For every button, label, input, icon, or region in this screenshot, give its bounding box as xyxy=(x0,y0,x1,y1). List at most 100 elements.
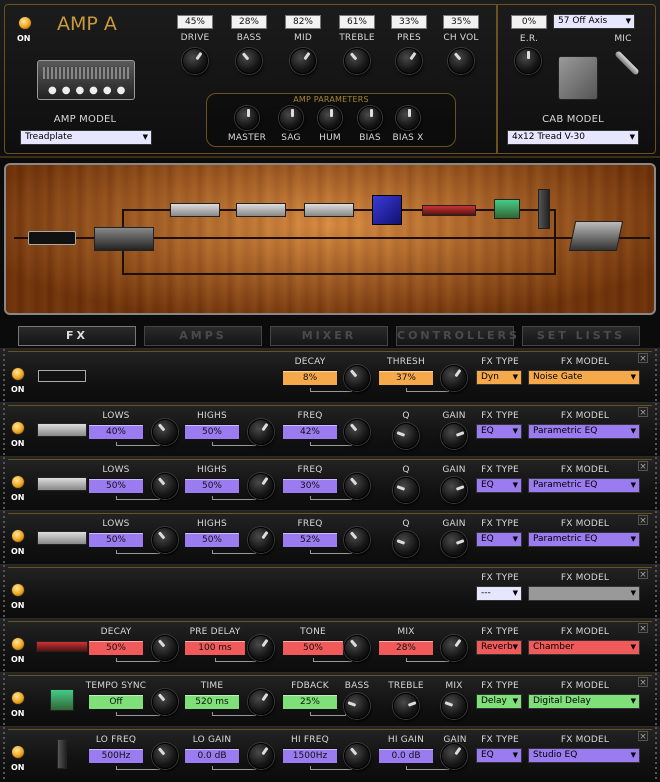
input-device[interactable] xyxy=(28,231,76,245)
reverb-device[interactable] xyxy=(422,205,476,216)
amp-knob-mid[interactable] xyxy=(290,48,316,74)
fx-knob-mix[interactable] xyxy=(441,693,467,719)
fx-param-knob-highs[interactable] xyxy=(248,419,274,445)
fx-param-value-lo-freq[interactable]: 500Hz xyxy=(88,748,144,764)
fx-param-value-thresh[interactable]: 37% xyxy=(378,370,434,386)
fx-param-value-tone[interactable]: 50% xyxy=(282,640,344,656)
fx-param-knob-thresh[interactable] xyxy=(441,365,467,391)
fx-type-select[interactable]: EQ xyxy=(476,424,522,439)
empty-slot-device[interactable] xyxy=(372,195,402,225)
cab-model-select[interactable]: 4x12 Tread V-30 xyxy=(507,130,639,145)
fx-param-value-time[interactable]: 520 ms xyxy=(184,694,240,710)
fx-param-value-hi-gain[interactable]: 0.0 dB xyxy=(378,748,434,764)
fx-model-select[interactable]: Digital Delay xyxy=(528,694,640,709)
amp-knob-value-treble[interactable]: 61% xyxy=(339,15,375,29)
fx-param-value-lo-gain[interactable]: 0.0 dB xyxy=(184,748,240,764)
fx-param-value-lows[interactable]: 50% xyxy=(88,532,144,548)
fx-row-power-button[interactable] xyxy=(11,367,25,381)
fx-type-select[interactable]: Reverb xyxy=(476,640,522,655)
fx-param-knob-lows[interactable] xyxy=(152,419,178,445)
fx-param-value-tempo-sync[interactable]: Off xyxy=(88,694,144,710)
fx-param-value-mix[interactable]: 28% xyxy=(378,640,434,656)
fx-row-power-button[interactable] xyxy=(11,529,25,543)
fx-model-select[interactable]: Parametric EQ xyxy=(528,424,640,439)
fx-model-select[interactable]: Parametric EQ xyxy=(528,478,640,493)
fx-param-value-lows[interactable]: 50% xyxy=(88,478,144,494)
fx-param-value-decay[interactable]: 50% xyxy=(88,640,144,656)
amp-param-knob-sag[interactable] xyxy=(279,106,303,130)
fx-param-value-freq[interactable]: 52% xyxy=(282,532,338,548)
fx-knob-q[interactable] xyxy=(393,531,419,557)
amp-knob-value-mid[interactable]: 82% xyxy=(285,15,321,29)
amp-knob-value-ch-vol[interactable]: 35% xyxy=(443,15,479,29)
fx-param-knob-mix[interactable] xyxy=(441,635,467,661)
fx-param-knob-tempo-sync[interactable] xyxy=(152,689,178,715)
fx-param-knob-lo-freq[interactable] xyxy=(152,743,178,769)
amp-knob-value-pres[interactable]: 33% xyxy=(391,15,427,29)
amp-knob-treble[interactable] xyxy=(344,48,370,74)
fx-knob-q[interactable] xyxy=(393,477,419,503)
fx-param-knob-lows[interactable] xyxy=(152,527,178,553)
fx-type-select[interactable]: --- xyxy=(476,586,522,601)
amp-knob-value-bass[interactable]: 28% xyxy=(231,15,267,29)
fx-param-knob-decay[interactable] xyxy=(152,635,178,661)
fx-param-value-highs[interactable]: 50% xyxy=(184,424,240,440)
fx-param-knob-freq[interactable] xyxy=(344,419,370,445)
fx-param-knob-time[interactable] xyxy=(248,689,274,715)
fx-model-select[interactable]: Noise Gate xyxy=(528,370,640,385)
fx-param-knob-lo-gain[interactable] xyxy=(248,743,274,769)
eq-device-1[interactable] xyxy=(170,203,220,217)
amp-knob-value-drive[interactable]: 45% xyxy=(177,15,213,29)
fx-param-value-highs[interactable]: 50% xyxy=(184,478,240,494)
fx-row-power-button[interactable] xyxy=(11,745,25,759)
fx-param-knob-hi-freq[interactable] xyxy=(344,743,370,769)
amp-power-button[interactable] xyxy=(18,16,32,30)
fx-row-power-button[interactable] xyxy=(11,421,25,435)
fx-param-knob-highs[interactable] xyxy=(248,473,274,499)
fx-row-power-button[interactable] xyxy=(11,583,25,597)
fx-param-value-freq[interactable]: 30% xyxy=(282,478,338,494)
fx-row-power-button[interactable] xyxy=(11,637,25,651)
fx-param-value-pre-delay[interactable]: 100 ms xyxy=(184,640,246,656)
fx-param-knob-decay[interactable] xyxy=(344,365,370,391)
amp-param-knob-master[interactable] xyxy=(235,106,259,130)
fx-knob-gain[interactable] xyxy=(441,531,467,557)
fx-param-knob-hi-gain[interactable] xyxy=(441,743,467,769)
fx-model-select[interactable] xyxy=(528,586,640,601)
tab-mixer[interactable]: MIXER xyxy=(270,326,388,346)
fx-row-power-button[interactable] xyxy=(11,475,25,489)
fx-model-select[interactable]: Parametric EQ xyxy=(528,532,640,547)
fx-param-knob-freq[interactable] xyxy=(344,473,370,499)
fx-type-select[interactable]: EQ xyxy=(476,532,522,547)
mixer-output-device[interactable] xyxy=(568,221,624,251)
amp-param-knob-hum[interactable] xyxy=(318,106,342,130)
fx-param-knob-pre-delay[interactable] xyxy=(248,635,274,661)
fx-model-select[interactable]: Studio EQ xyxy=(528,748,640,763)
delay-device[interactable] xyxy=(494,199,520,219)
amp-device[interactable] xyxy=(94,227,154,251)
fx-param-knob-highs[interactable] xyxy=(248,527,274,553)
fx-model-select[interactable]: Chamber xyxy=(528,640,640,655)
amp-knob-pres[interactable] xyxy=(396,48,422,74)
amp-param-knob-bias[interactable] xyxy=(358,106,382,130)
eq-device-3[interactable] xyxy=(304,203,354,217)
fx-param-knob-freq[interactable] xyxy=(344,527,370,553)
fx-knob-gain[interactable] xyxy=(441,477,467,503)
amp-param-knob-bias-x[interactable] xyxy=(396,106,420,130)
mic-select[interactable]: 57 Off Axis xyxy=(553,14,635,29)
fx-param-knob-lows[interactable] xyxy=(152,473,178,499)
fx-type-select[interactable]: EQ xyxy=(476,748,522,763)
fx-type-select[interactable]: Dyn xyxy=(476,370,522,385)
fx-param-knob-tone[interactable] xyxy=(344,635,370,661)
tab-controllers[interactable]: CONTROLLERS xyxy=(396,326,517,346)
fx-param-value-fdback[interactable]: 25% xyxy=(282,694,338,710)
fx-knob-q[interactable] xyxy=(393,423,419,449)
amp-knob-ch-vol[interactable] xyxy=(448,48,474,74)
tab-amps[interactable]: AMPS xyxy=(144,326,262,346)
tab-fx[interactable]: FX xyxy=(18,326,136,346)
fx-param-value-freq[interactable]: 42% xyxy=(282,424,338,440)
amp-knob-drive[interactable] xyxy=(182,48,208,74)
fx-knob-gain[interactable] xyxy=(441,423,467,449)
studio-eq-device[interactable] xyxy=(538,189,550,229)
tab-set-lists[interactable]: SET LISTS xyxy=(522,326,640,346)
